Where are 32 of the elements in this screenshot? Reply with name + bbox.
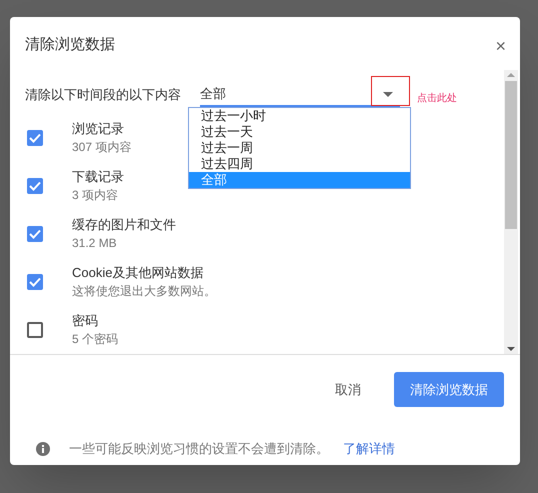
checkbox[interactable] [27, 226, 43, 242]
scroll-up-icon[interactable] [507, 73, 515, 77]
scroll-down-icon[interactable] [507, 347, 515, 351]
dropdown-option[interactable]: 过去一天 [189, 124, 410, 140]
info-icon [36, 442, 50, 456]
item-label: 下载记录 [72, 168, 124, 186]
item-label: 缓存的图片和文件 [72, 216, 176, 234]
checkbox[interactable] [27, 274, 43, 290]
checkbox[interactable] [27, 178, 43, 194]
dropdown-option[interactable]: 过去一周 [189, 140, 410, 156]
caret-icon [383, 92, 393, 96]
annotation-frame [371, 76, 410, 106]
item-detail: 3 项内容 [72, 187, 120, 204]
scrollbar[interactable] [504, 70, 518, 354]
close-button[interactable]: × [495, 36, 506, 54]
learn-more-link[interactable]: 了解详情 [343, 439, 395, 458]
checkbox[interactable] [27, 322, 43, 338]
dialog-title: 清除浏览数据 [25, 35, 115, 56]
item-label: 浏览记录 [72, 120, 125, 138]
item-detail: 5 个密码 [72, 331, 118, 348]
cancel-button[interactable]: 取消 [329, 372, 367, 406]
item-detail: 31.2 MB [72, 235, 118, 252]
checkbox[interactable] [27, 130, 43, 146]
dropdown-option[interactable]: 过去一小时 [189, 108, 410, 124]
item-detail: 这将使您退出大多数网站。 [72, 283, 216, 300]
annotation-text: 点击此处 [417, 92, 457, 106]
item-detail: 307 项内容 [72, 139, 132, 156]
dropdown-option[interactable]: 过去四周 [189, 156, 410, 172]
info-text: 一些可能反映浏览习惯的设置不会遭到清除。 [69, 440, 329, 458]
item-label: Cookie及其他网站数据 [72, 264, 204, 282]
field-label: 清除以下时间段的以下内容 [25, 86, 182, 104]
item-label: 密码 [72, 312, 99, 330]
